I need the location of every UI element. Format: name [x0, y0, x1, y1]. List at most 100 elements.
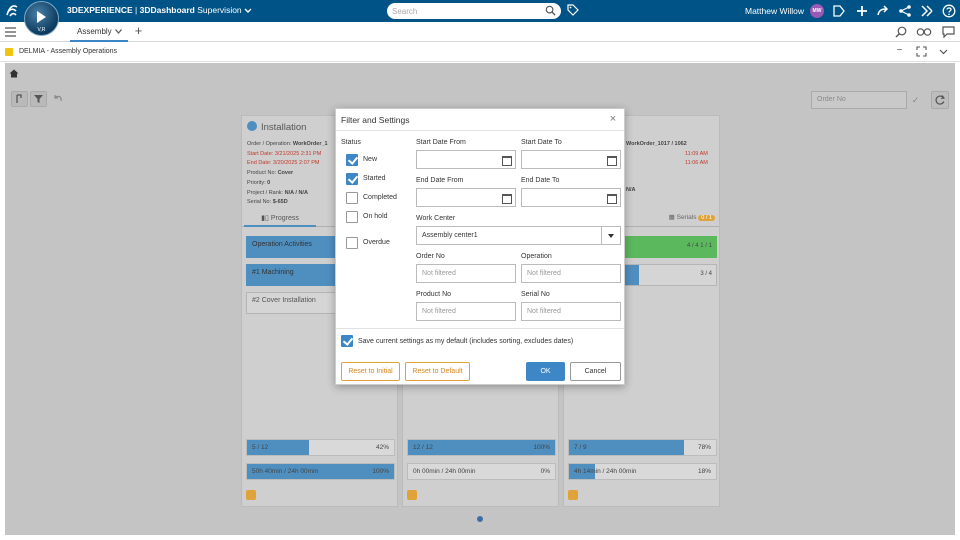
start-time: 11:09 AM	[685, 150, 708, 157]
minimize-icon[interactable]: −	[894, 46, 905, 57]
maximize-icon[interactable]	[916, 46, 927, 57]
close-icon[interactable]: ×	[608, 114, 618, 125]
chevron-down-icon[interactable]	[938, 46, 949, 57]
card-title: Installation	[261, 122, 307, 133]
start-to-input[interactable]	[521, 150, 603, 169]
save-default-checkbox[interactable]	[341, 335, 353, 347]
search-zoom-icon[interactable]	[895, 26, 908, 38]
share-network-icon[interactable]	[898, 4, 912, 18]
play-status-icon	[247, 121, 257, 131]
order-no-input[interactable]: Order No	[811, 91, 907, 109]
quantity-progress-bar: 5 / 12 42%	[246, 439, 395, 456]
divider	[336, 130, 624, 131]
end-from-label: End Date From	[416, 177, 464, 184]
apps-tools-icon[interactable]	[920, 4, 934, 18]
project-value: N/A	[626, 187, 636, 193]
product-no-field[interactable]: Not filtered	[416, 302, 516, 321]
filter-button[interactable]	[30, 91, 47, 107]
status-label: Status	[341, 139, 361, 146]
chat-icon[interactable]	[942, 26, 955, 38]
work-center-label: Work Center	[416, 215, 456, 222]
serial-no-field[interactable]: Not filtered	[521, 302, 621, 321]
start-date: Start Date: 3/21/2025 2:31 PM	[247, 150, 322, 157]
start-from-label: Start Date From	[416, 139, 466, 146]
progress-percent: 100%	[372, 468, 389, 475]
brand-prefix: 3DEXPERIENCE	[67, 5, 133, 15]
progress-percent: 78%	[697, 444, 711, 451]
operation-label: Operation	[521, 253, 552, 260]
end-to-input[interactable]	[521, 188, 603, 207]
tag-outline-icon[interactable]	[832, 4, 846, 18]
row-counts: 4 / 4 1 / 1	[686, 243, 712, 249]
status-overdue-label: Overdue	[363, 239, 390, 246]
settings-icon[interactable]	[407, 490, 417, 500]
plus-icon[interactable]	[855, 4, 869, 18]
order-no-field[interactable]: Not filtered	[416, 264, 516, 283]
status-overdue-checkbox[interactable]	[346, 237, 358, 249]
chevron-down-icon[interactable]	[601, 227, 620, 244]
brand-title[interactable]: 3DEXPERIENCE | 3DDashboard Supervision	[67, 5, 252, 15]
chevron-down-icon	[244, 8, 252, 13]
end-from-input[interactable]	[416, 188, 498, 207]
tab-assembly[interactable]: Assembly	[70, 22, 128, 42]
end-date: End Date: 3/20/2025 2:07 PM	[247, 160, 320, 167]
refresh-button[interactable]	[931, 91, 949, 109]
settings-icon[interactable]	[246, 490, 256, 500]
cancel-button[interactable]: Cancel	[570, 362, 621, 381]
status-started-checkbox[interactable]	[346, 173, 358, 185]
search-input[interactable]	[392, 5, 542, 17]
undo-icon[interactable]	[52, 94, 63, 105]
chevron-down-icon[interactable]	[115, 29, 122, 34]
filter-icon	[34, 95, 43, 103]
menu-icon[interactable]	[5, 27, 16, 37]
settings-icon[interactable]	[568, 490, 578, 500]
pin-toggle-button[interactable]	[11, 91, 28, 107]
widget-app-icon	[5, 48, 13, 56]
widget-title: DELMIA - Assembly Operations	[19, 48, 118, 55]
status-started-label: Started	[363, 175, 386, 182]
tab-progress[interactable]: ▮▯ Progress	[244, 211, 316, 227]
avatar[interactable]: MW	[810, 4, 824, 18]
priority-label: Priority:	[247, 179, 268, 186]
calendar-icon[interactable]	[602, 150, 621, 169]
save-default-label: Save current settings as my default (inc…	[358, 338, 574, 345]
compass-button[interactable]: V,R	[24, 1, 59, 36]
status-new-checkbox[interactable]	[346, 154, 358, 166]
progress-percent: 100%	[533, 444, 550, 451]
quantity-progress-bar: 7 / 9 78%	[568, 439, 717, 456]
calendar-icon[interactable]	[602, 188, 621, 207]
check-icon[interactable]: ✓	[908, 91, 923, 109]
home-icon[interactable]	[9, 69, 19, 78]
ok-button[interactable]: OK	[526, 362, 565, 381]
search-box	[387, 3, 561, 19]
end-to-label: End Date To	[521, 177, 560, 184]
help-icon[interactable]	[942, 4, 956, 18]
status-completed-checkbox[interactable]	[346, 192, 358, 204]
tag-icon[interactable]	[567, 4, 579, 16]
calendar-icon[interactable]	[497, 150, 516, 169]
reset-default-button[interactable]: Reset to Default	[405, 362, 470, 381]
operation-field[interactable]: Not filtered	[521, 264, 621, 283]
pagination-dot[interactable]	[477, 516, 483, 522]
card-details: WorkOrder_1017 / 1062 11:09 AM 11:06 AM	[626, 140, 708, 169]
product-label: Product No:	[247, 170, 278, 177]
progress-icon: ▮▯	[261, 215, 269, 222]
tab-serials-label: Serials	[676, 214, 697, 221]
start-from-input[interactable]	[416, 150, 498, 169]
play-icon	[37, 11, 46, 23]
calendar-icon[interactable]	[497, 188, 516, 207]
share-arrow-icon[interactable]	[876, 4, 890, 18]
status-onhold-checkbox[interactable]	[346, 211, 358, 223]
add-tab-button[interactable]: +	[132, 24, 145, 38]
search-icon[interactable]	[545, 5, 556, 16]
work-center-select[interactable]: Assembly center1	[416, 226, 621, 245]
serial-no-label: Serial No	[521, 291, 550, 298]
tab-serials[interactable]: ▦ Serials 0 / 1	[669, 213, 715, 221]
progress-label: 12 / 12	[413, 444, 433, 451]
serial-label: Serial No:	[247, 199, 273, 206]
3ds-logo-icon[interactable]	[4, 3, 20, 19]
widget-header: DELMIA - Assembly Operations −	[0, 42, 960, 62]
user-name[interactable]: Matthew Willow	[745, 6, 804, 16]
reset-initial-button[interactable]: Reset to Initial	[341, 362, 400, 381]
glasses-icon[interactable]	[916, 26, 932, 38]
